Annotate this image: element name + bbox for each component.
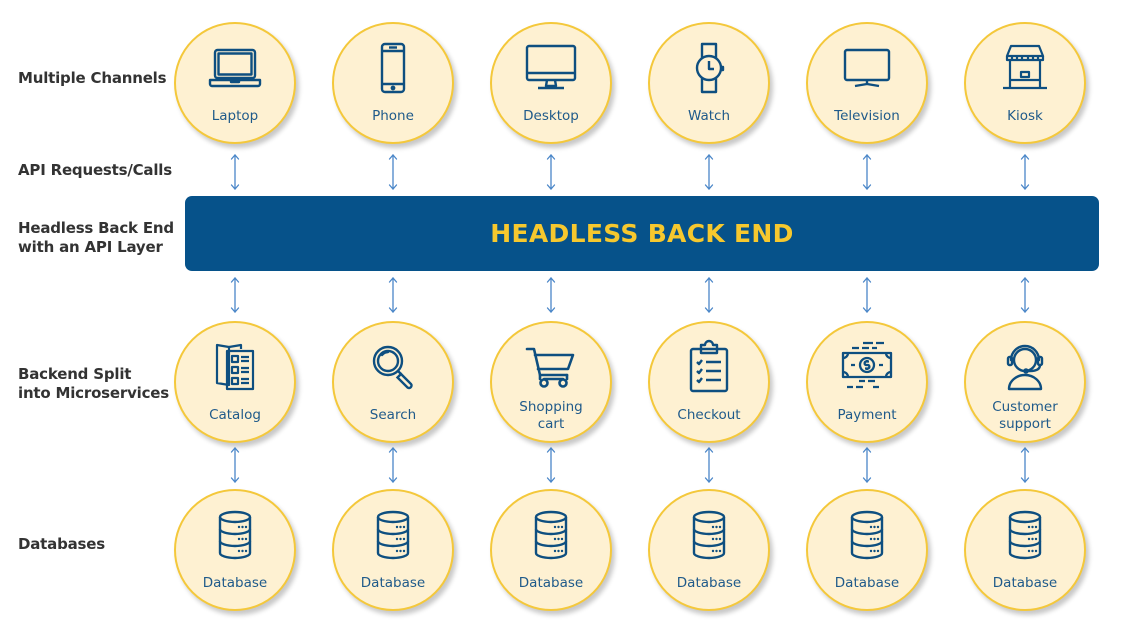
channel-node-laptop: Laptop (174, 22, 296, 144)
database-node-label: Database (676, 575, 742, 591)
channel-node-desktop: Desktop (490, 22, 612, 144)
row-label-multiple-channels: Multiple Channels (18, 69, 167, 87)
desktop-icon (523, 40, 579, 96)
microservice-node-label-line2: cart (537, 416, 565, 432)
database-node-database: Database (332, 489, 454, 611)
backend-to-microservice-arrow (387, 276, 399, 314)
database-icon (365, 507, 421, 563)
microservice-node-label: Customer support (966, 399, 1084, 433)
channel-to-backend-arrow (229, 153, 241, 191)
microservice-node-payment: Payment (806, 321, 928, 443)
phone-icon (365, 40, 421, 96)
microservice-to-database-arrow (703, 446, 715, 484)
row-label-microservices-line1: Backend Split (18, 365, 132, 383)
microservice-node-checkout: Checkout (648, 321, 770, 443)
laptop-icon (207, 40, 263, 96)
row-label-api-requests: API Requests/Calls (18, 161, 172, 179)
microservice-node-shopping-cart: Shopping cart (490, 321, 612, 443)
watch-icon (681, 40, 737, 96)
channel-to-backend-arrow (861, 153, 873, 191)
row-label-headless-backend-line1: Headless Back End (18, 219, 174, 237)
microservice-to-database-arrow (229, 446, 241, 484)
microservice-node-label-line1: Customer (992, 399, 1058, 415)
channel-node-label: Laptop (211, 108, 259, 124)
channel-node-watch: Watch (648, 22, 770, 144)
channel-node-label: Phone (372, 108, 414, 124)
channel-to-backend-arrow (545, 153, 557, 191)
row-label-microservices: Backend Split into Microservices (18, 365, 169, 403)
microservice-node-label: Payment (837, 407, 897, 423)
database-node-database: Database (648, 489, 770, 611)
payment-banknote-icon (839, 339, 895, 395)
channel-node-label: Television (834, 108, 900, 124)
channel-node-label: Watch (687, 108, 731, 124)
channel-to-backend-arrow (387, 153, 399, 191)
kiosk-icon (997, 40, 1053, 96)
channel-node-television: Television (806, 22, 928, 144)
channel-to-backend-arrow (703, 153, 715, 191)
shopping-cart-icon (523, 339, 579, 395)
row-label-headless-backend: Headless Back End with an API Layer (18, 219, 174, 257)
checkout-clipboard-icon (681, 339, 737, 395)
microservice-node-label-line1: Shopping (519, 399, 583, 415)
database-icon (839, 507, 895, 563)
database-node-database: Database (806, 489, 928, 611)
database-node-label: Database (518, 575, 584, 591)
row-label-databases: Databases (18, 535, 105, 553)
backend-to-microservice-arrow (861, 276, 873, 314)
database-icon (997, 507, 1053, 563)
microservice-to-database-arrow (1019, 446, 1031, 484)
channel-node-label: Kiosk (1007, 108, 1043, 124)
microservice-to-database-arrow (545, 446, 557, 484)
database-node-database: Database (964, 489, 1086, 611)
database-icon (681, 507, 737, 563)
microservice-node-label: Shopping cart (492, 399, 610, 433)
television-icon (839, 40, 895, 96)
row-label-headless-backend-line2: with an API Layer (18, 238, 163, 256)
backend-to-microservice-arrow (1019, 276, 1031, 314)
channel-node-kiosk: Kiosk (964, 22, 1086, 144)
channel-to-backend-arrow (1019, 153, 1031, 191)
microservice-node-label-line2: support (999, 416, 1051, 432)
database-node-label: Database (834, 575, 900, 591)
database-node-label: Database (992, 575, 1058, 591)
search-icon (365, 339, 421, 395)
customer-support-headset-icon (997, 339, 1053, 395)
microservice-node-customer-support: Customer support (964, 321, 1086, 443)
database-icon (207, 507, 263, 563)
backend-to-microservice-arrow (703, 276, 715, 314)
channel-node-phone: Phone (332, 22, 454, 144)
microservice-to-database-arrow (861, 446, 873, 484)
backend-to-microservice-arrow (229, 276, 241, 314)
database-icon (523, 507, 579, 563)
database-node-label: Database (202, 575, 268, 591)
microservice-node-catalog: Catalog (174, 321, 296, 443)
microservice-to-database-arrow (387, 446, 399, 484)
database-node-label: Database (360, 575, 426, 591)
headless-backend-bar-label: HEADLESS BACK END (490, 219, 794, 248)
row-label-microservices-line2: into Microservices (18, 384, 169, 402)
channel-node-label: Desktop (523, 108, 579, 124)
microservice-node-label: Checkout (677, 407, 741, 423)
microservice-node-label: Search (369, 407, 417, 423)
headless-backend-bar: HEADLESS BACK END (185, 196, 1099, 271)
catalog-icon (207, 339, 263, 395)
microservice-node-label: Catalog (209, 407, 261, 423)
microservice-node-search: Search (332, 321, 454, 443)
backend-to-microservice-arrow (545, 276, 557, 314)
database-node-database: Database (490, 489, 612, 611)
database-node-database: Database (174, 489, 296, 611)
